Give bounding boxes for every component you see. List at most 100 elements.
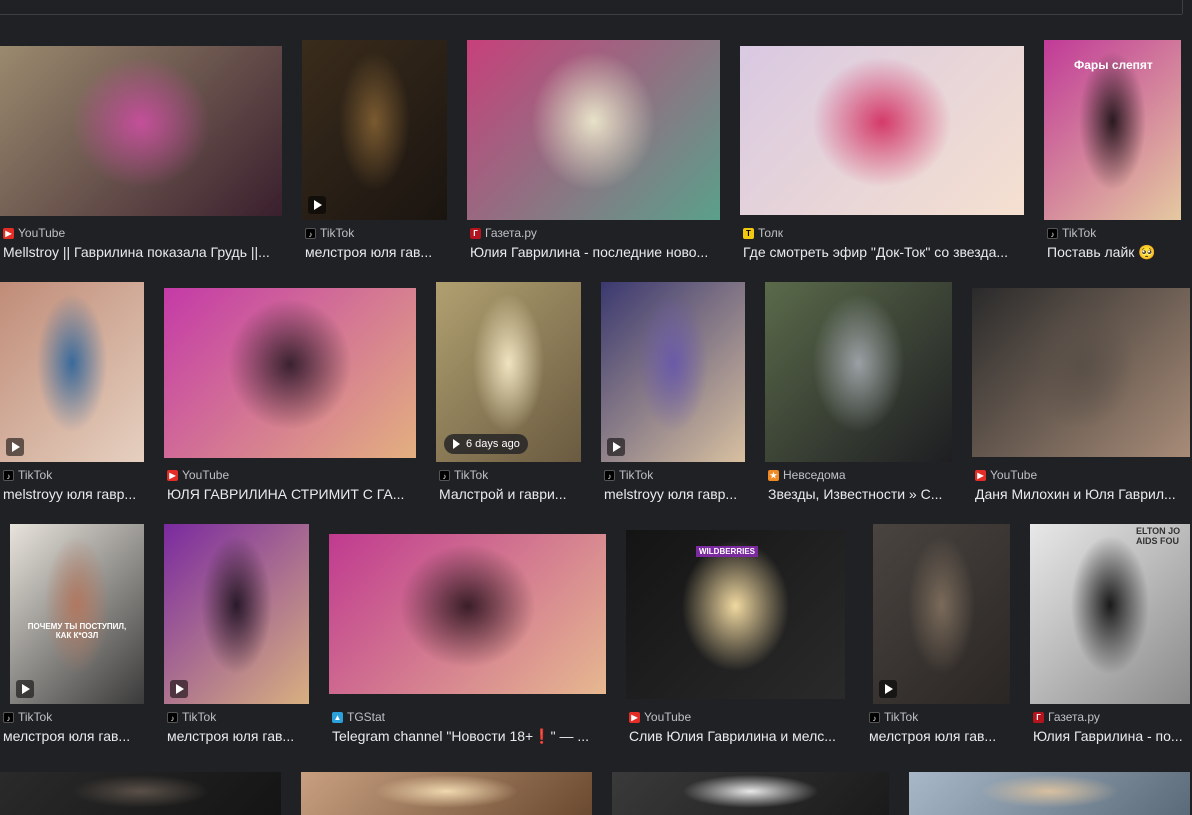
image-result-card[interactable]: ▶ YouTube Mellstroy || Гаврилина показал…	[0, 46, 282, 268]
image-result-card[interactable]: ♪ TikTok мелстроя юля гав...	[164, 524, 309, 746]
image-result-card[interactable]: ▶ YouTube Даня Милохин и Юля Гаврил...	[972, 288, 1190, 504]
image-result-card[interactable]	[301, 772, 592, 815]
result-title[interactable]: melstroyy юля гавр...	[3, 486, 143, 502]
result-source[interactable]: ♪ TikTok	[167, 710, 216, 724]
image-thumbnail[interactable]	[164, 288, 416, 458]
image-result-card[interactable]: Г Газета.ру Юлия Гаврилина - последние н…	[467, 40, 720, 262]
result-title[interactable]: мелстроя юля гав...	[869, 728, 1007, 744]
video-age-badge: 6 days ago	[444, 434, 528, 454]
result-title[interactable]: Даня Милохин и Юля Гаврил...	[975, 486, 1189, 502]
image-thumbnail[interactable]	[302, 40, 447, 220]
image-result-card[interactable]: ♪ TikTok мелстроя юля гав...	[866, 524, 1010, 746]
result-title[interactable]: Mellstroy || Гаврилина показала Грудь ||…	[3, 244, 281, 260]
image-result-card[interactable]: ▲ TGStat Telegram channel "Новости 18+❗"…	[329, 534, 606, 746]
result-source[interactable]: T Толк	[743, 226, 783, 240]
source-label: TikTok	[454, 468, 489, 482]
result-title[interactable]: Поставь лайк 🥺	[1047, 244, 1179, 261]
result-title[interactable]: Слив Юлия Гаврилина и мелс...	[629, 728, 844, 744]
image-thumbnail[interactable]	[909, 772, 1190, 815]
result-title[interactable]: Звезды, Известности » С...	[768, 486, 951, 502]
result-title[interactable]: Telegram channel "Новости 18+❗" — ...	[332, 728, 605, 745]
image-thumbnail[interactable]	[0, 46, 282, 216]
thumbnail-art	[0, 282, 144, 462]
result-title[interactable]: Юлия Гаврилина - последние ново...	[470, 244, 720, 260]
result-source[interactable]: ♪ TikTok	[1047, 226, 1096, 240]
image-thumbnail[interactable]	[467, 40, 720, 220]
image-thumbnail[interactable]	[164, 524, 309, 704]
image-result-card[interactable]: Фары слепят ♪ TikTok Поставь лайк 🥺	[1044, 40, 1181, 262]
image-thumbnail[interactable]: WILDBERRIES	[626, 530, 845, 699]
top-bar	[0, 0, 1182, 15]
youtube-icon: ▶	[167, 469, 178, 481]
result-source[interactable]: ♪ TikTok	[3, 710, 52, 724]
result-title[interactable]: Юлия Гаврилина - по...	[1033, 728, 1188, 744]
image-result-card[interactable]: ♪ TikTok мелстроя юля гав...	[302, 40, 447, 262]
source-label: Газета.ру	[1048, 710, 1100, 724]
image-thumbnail[interactable]	[601, 282, 745, 462]
image-result-card[interactable]: ♪ TikTok melstroyy юля гавр...	[0, 282, 144, 504]
image-thumbnail[interactable]	[0, 772, 281, 815]
image-result-card[interactable]	[909, 772, 1190, 815]
image-result-card[interactable]: WILDBERRIES ▶ YouTube Слив Юлия Гаврилин…	[626, 530, 845, 746]
image-thumbnail[interactable]	[972, 288, 1190, 457]
source-label: TikTok	[1062, 226, 1097, 240]
result-title[interactable]: Где смотреть эфир "Док-Ток" со звезда...	[743, 244, 1023, 260]
image-thumbnail[interactable]	[740, 46, 1024, 215]
image-thumbnail[interactable]: ПОЧЕМУ ТЫ ПОСТУПИЛ, КАК К*ОЗЛ	[10, 524, 144, 704]
image-result-card[interactable]	[612, 772, 889, 815]
result-title[interactable]: melstroyy юля гавр...	[604, 486, 744, 502]
image-thumbnail[interactable]	[0, 282, 144, 462]
image-result-card[interactable]: 6 days ago ♪ TikTok Малстрой и гаври...	[436, 282, 581, 504]
result-title[interactable]: мелстроя юля гав...	[305, 244, 445, 260]
play-icon	[170, 680, 188, 698]
image-thumbnail[interactable]	[301, 772, 592, 815]
result-source[interactable]: Г Газета.ру	[470, 226, 537, 240]
image-thumbnail[interactable]	[612, 772, 889, 815]
result-source[interactable]: ♪ TikTok	[604, 468, 653, 482]
result-title[interactable]: Малстрой и гаври...	[439, 486, 579, 502]
image-thumbnail[interactable]: Фары слепят	[1044, 40, 1181, 220]
image-result-card[interactable]: ELTON JO AIDS FOU Г Газета.ру Юлия Гаври…	[1030, 524, 1190, 746]
result-title[interactable]: мелстроя юля гав...	[3, 728, 141, 744]
result-source[interactable]: ▶ YouTube	[3, 226, 65, 240]
image-thumbnail[interactable]: 6 days ago	[436, 282, 581, 462]
thumbnail-art	[601, 282, 745, 462]
image-result-card[interactable]	[0, 772, 281, 815]
source-label: TGStat	[347, 710, 386, 724]
image-result-card[interactable]: ★ Невседома Звезды, Известности » С...	[765, 282, 952, 504]
result-source[interactable]: ▶ YouTube	[975, 468, 1037, 482]
result-source[interactable]: ▶ YouTube	[629, 710, 691, 724]
result-source[interactable]: ♪ TikTok	[439, 468, 488, 482]
image-thumbnail[interactable]: ELTON JO AIDS FOU	[1030, 524, 1190, 704]
thumbnail-art	[765, 282, 952, 462]
nevsedoma-icon: ★	[768, 469, 779, 481]
result-title[interactable]: мелстроя юля гав...	[167, 728, 307, 744]
source-label: TikTok	[619, 468, 654, 482]
result-source[interactable]: ▶ YouTube	[167, 468, 229, 482]
image-result-card[interactable]: ▶ YouTube ЮЛЯ ГАВРИЛИНА СТРИМИТ С ГА...	[164, 288, 416, 504]
thumbnail-art	[164, 288, 416, 458]
youtube-icon: ▶	[629, 711, 640, 723]
result-title[interactable]: ЮЛЯ ГАВРИЛИНА СТРИМИТ С ГА...	[167, 486, 415, 502]
result-source[interactable]: ♪ TikTok	[869, 710, 918, 724]
image-thumbnail[interactable]	[765, 282, 952, 462]
image-result-card[interactable]: T Толк Где смотреть эфир "Док-Ток" со зв…	[740, 46, 1024, 262]
source-label: YouTube	[644, 710, 692, 724]
result-source[interactable]: ♪ TikTok	[3, 468, 52, 482]
source-label: TikTok	[18, 468, 53, 482]
image-thumbnail[interactable]	[329, 534, 606, 694]
thumbnail-art	[467, 40, 720, 220]
result-source[interactable]: ♪ TikTok	[305, 226, 354, 240]
image-thumbnail[interactable]	[873, 524, 1010, 704]
thumbnail-art	[740, 46, 1024, 215]
result-source[interactable]: ★ Невседома	[768, 468, 846, 482]
tiktok-icon: ♪	[3, 711, 14, 723]
youtube-icon: ▶	[975, 469, 986, 481]
image-result-card[interactable]: ПОЧЕМУ ТЫ ПОСТУПИЛ, КАК К*ОЗЛ ♪ TikTok м…	[0, 524, 144, 746]
thumbnail-art	[301, 772, 592, 815]
thumbnail-art	[164, 524, 309, 704]
result-source[interactable]: Г Газета.ру	[1033, 710, 1100, 724]
tiktok-icon: ♪	[3, 469, 14, 481]
result-source[interactable]: ▲ TGStat	[332, 710, 385, 724]
image-result-card[interactable]: ♪ TikTok melstroyy юля гавр...	[601, 282, 745, 504]
